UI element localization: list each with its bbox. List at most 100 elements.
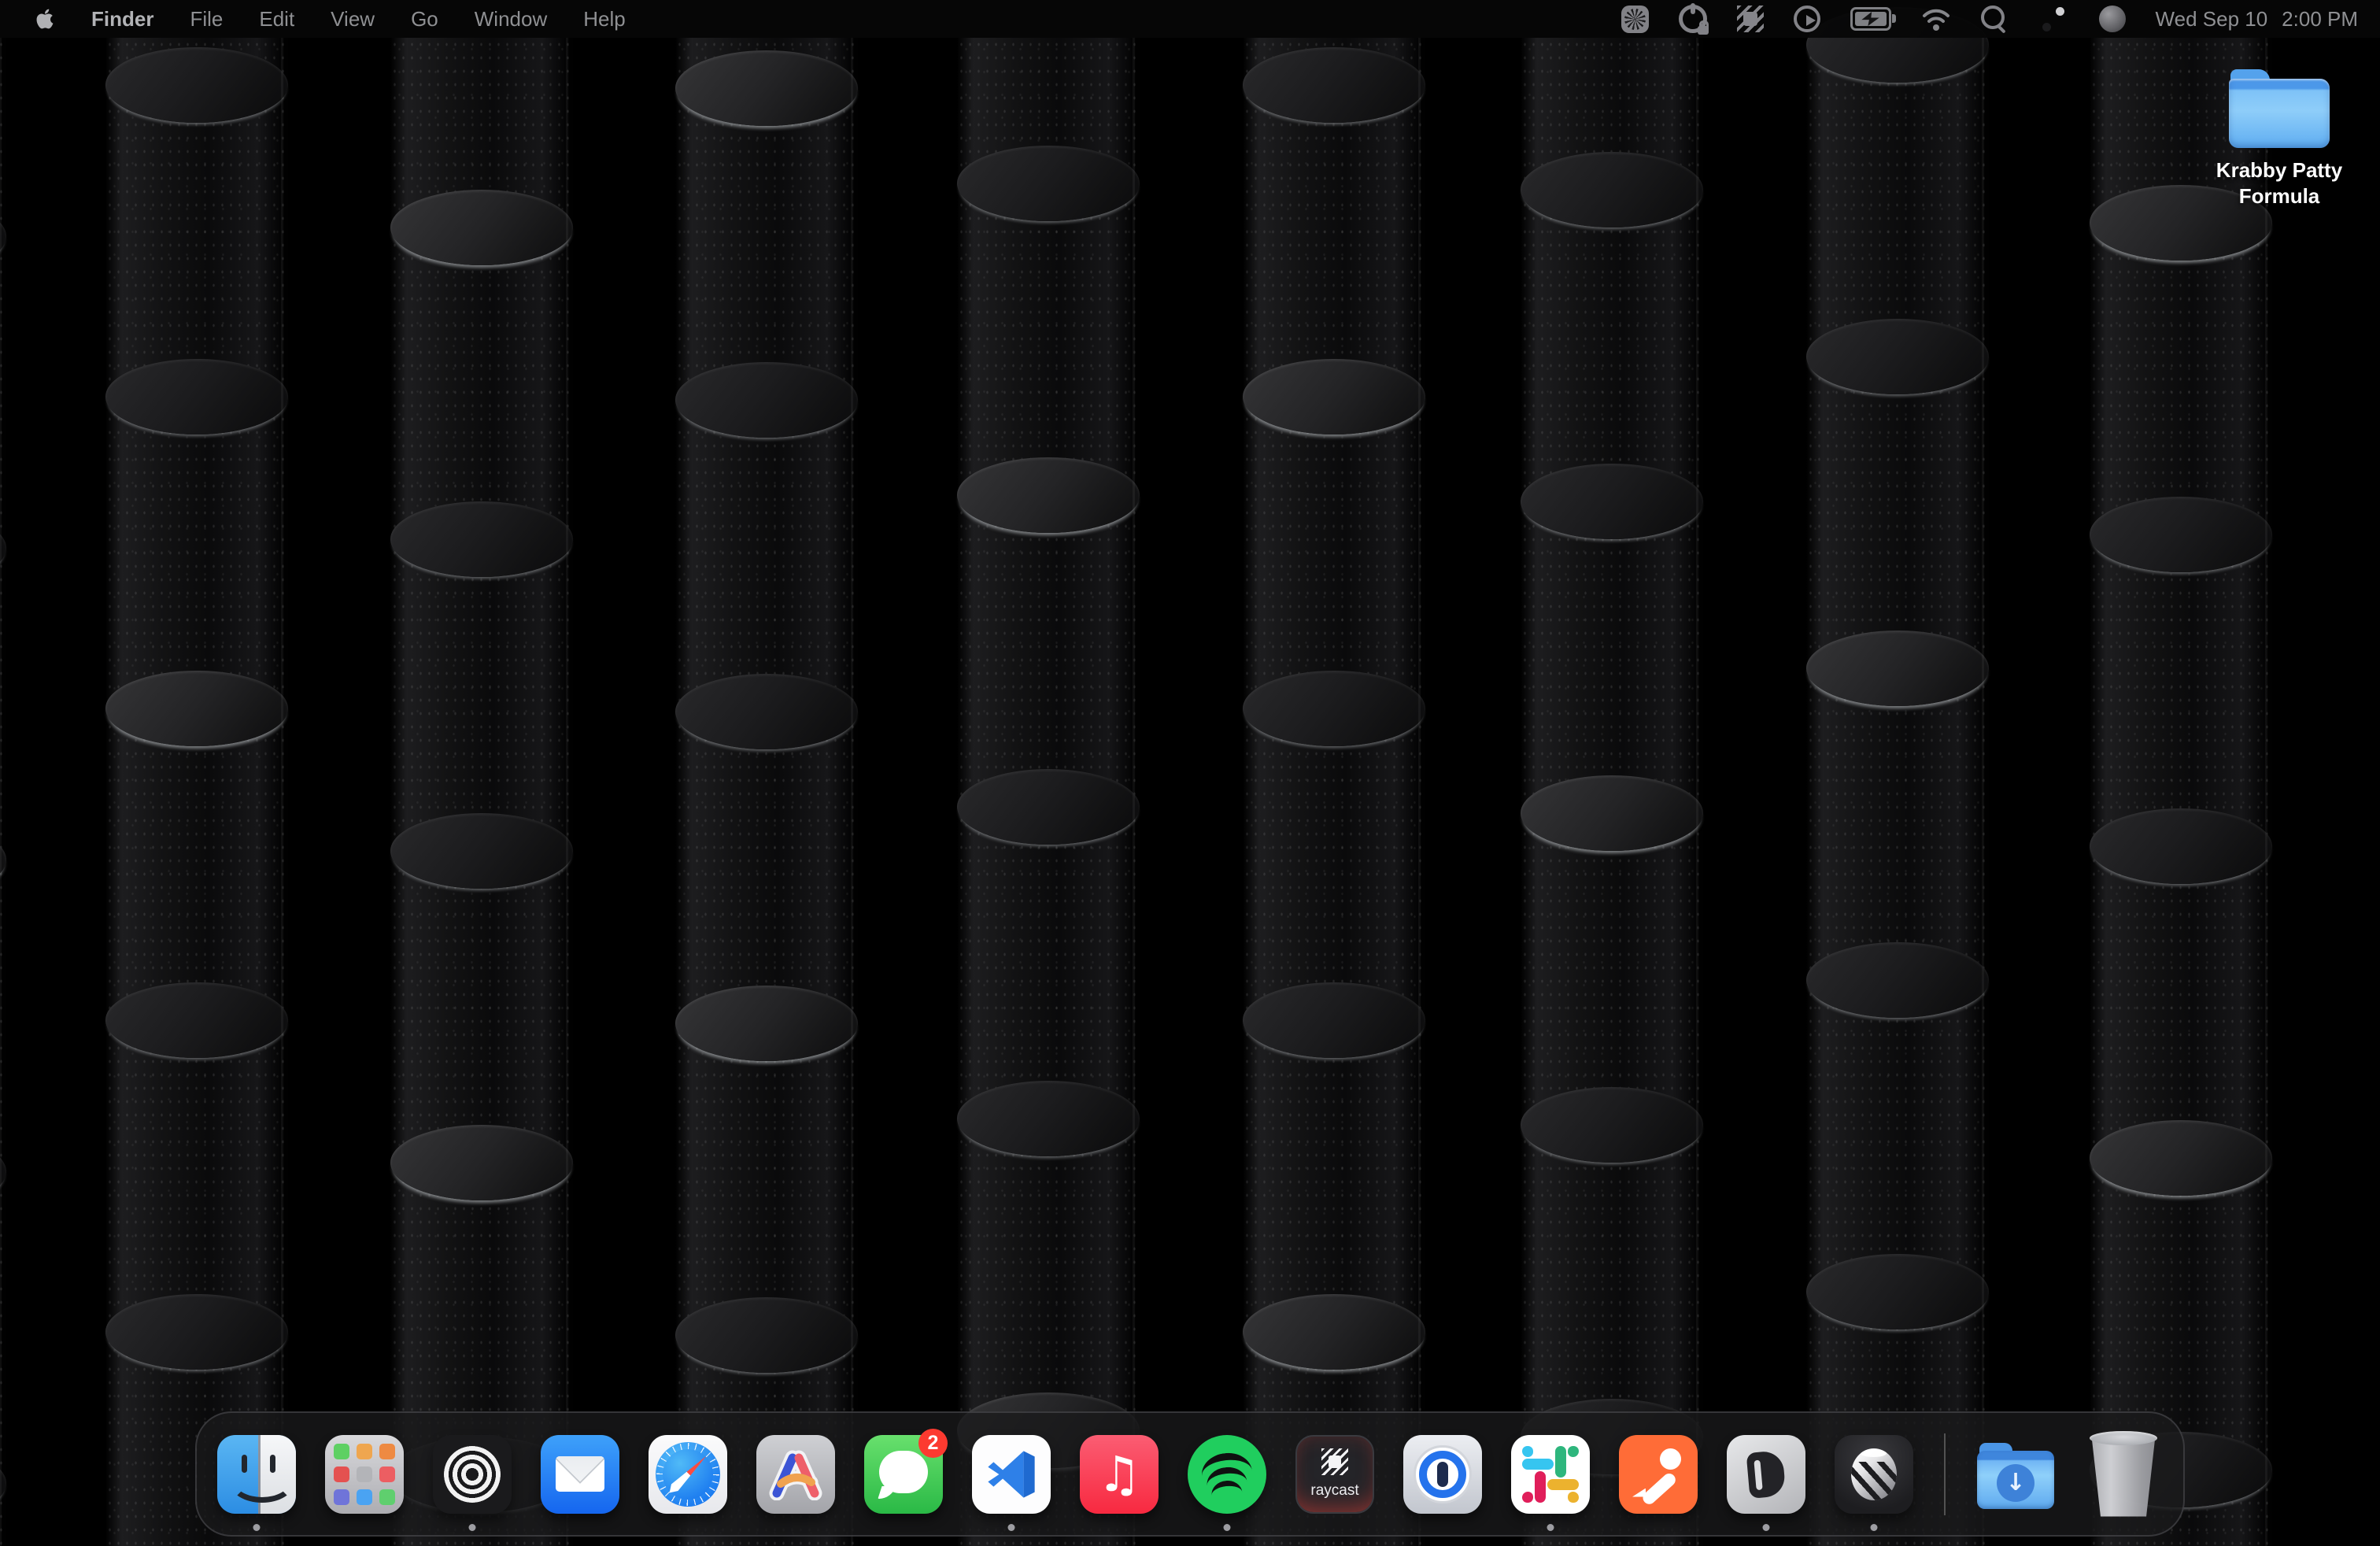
raycast-logo-icon [1321, 1448, 1348, 1475]
cylinder-joint [675, 50, 858, 126]
cylinder-joint [957, 146, 1140, 221]
menu-edit[interactable]: Edit [259, 7, 294, 31]
running-indicator [1547, 1524, 1554, 1531]
menu-bar-left: Finder File Edit View Go Window Help [0, 7, 626, 31]
power-lock-icon[interactable] [1679, 5, 1707, 33]
cylinder-joint [1243, 359, 1425, 435]
cylinder-joint [1806, 942, 1989, 1018]
desktop-wallpaper [0, 0, 2380, 1546]
dock-slack[interactable] [1511, 1413, 1590, 1535]
cylinder-joint [675, 986, 858, 1061]
cylinder-joint [390, 813, 573, 889]
spotlight-search-icon[interactable] [1981, 6, 2008, 32]
menu-view[interactable]: View [331, 7, 375, 31]
menu-file[interactable]: File [190, 7, 223, 31]
apple-music-icon: ♫ [1080, 1435, 1159, 1514]
menu-help[interactable]: Help [583, 7, 625, 31]
wallpaper-column [105, 38, 288, 1546]
dock-linear[interactable] [1835, 1413, 1913, 1535]
cylinder-joint [2090, 497, 2272, 572]
menu-bar: Finder File Edit View Go Window Help Wed… [0, 0, 2380, 38]
cylinder-joint [0, 510, 6, 586]
dock-raycast[interactable]: raycast [1295, 1413, 1374, 1535]
menu-bar-clock[interactable]: Wed Sep 10 2:00 PM [2156, 7, 2358, 31]
cylinder-joint [1521, 464, 1703, 539]
dia-browser-icon [1727, 1435, 1805, 1514]
folder-icon [2229, 69, 2330, 148]
desktop-folder-krabby-patty-formula[interactable]: Krabby Patty Formula [2177, 69, 2380, 209]
dock-downloads-folder[interactable]: ↓ [1976, 1413, 2055, 1535]
cylinder-joint [1521, 152, 1703, 227]
apple-menu[interactable] [35, 7, 55, 31]
down-arrow-glyph: ↓ [2005, 1469, 2025, 1496]
starburst-app-icon[interactable] [1621, 6, 1649, 33]
arc-browser-icon [756, 1435, 835, 1514]
cylinder-joint [1243, 671, 1425, 746]
wallpaper-column [675, 38, 858, 1546]
cylinder-joint [1521, 1087, 1703, 1163]
siri-globe-icon[interactable] [2099, 6, 2126, 32]
safari-icon [649, 1435, 727, 1514]
concentric-rings-icon [433, 1435, 512, 1514]
spotify-icon [1188, 1435, 1266, 1514]
dock-vscode[interactable] [972, 1413, 1051, 1535]
cylinder-joint [675, 1297, 858, 1373]
running-indicator [1871, 1524, 1878, 1531]
dock-arc-browser[interactable] [756, 1413, 835, 1535]
1password-icon [1403, 1435, 1482, 1514]
cylinder-joint [390, 1125, 573, 1200]
cylinder-joint [1243, 47, 1425, 123]
menu-go[interactable]: Go [411, 7, 438, 31]
cylinder-joint [0, 1134, 6, 1209]
dock-1password[interactable] [1403, 1413, 1482, 1535]
apple-logo-icon [35, 7, 55, 31]
running-indicator [253, 1524, 261, 1531]
running-indicator [469, 1524, 476, 1531]
dock-trash[interactable] [2084, 1413, 2163, 1535]
cylinder-joint [1243, 982, 1425, 1058]
dock-dia-browser[interactable] [1727, 1413, 1805, 1535]
dock-safari[interactable] [649, 1413, 727, 1535]
cylinder-joint [0, 198, 6, 274]
wallpaper-column [0, 38, 6, 1546]
wallpaper-column [390, 38, 573, 1546]
dock-finder[interactable] [217, 1413, 296, 1535]
raycast-menu-icon[interactable] [1737, 6, 1764, 32]
cylinder-joint [2090, 1120, 2272, 1196]
cylinder-joint [957, 457, 1140, 533]
vscode-icon [972, 1435, 1051, 1514]
keyhole-icon [1437, 1462, 1448, 1487]
control-center-icon[interactable] [2038, 4, 2069, 34]
wallpaper-column [1243, 38, 1425, 1546]
folder-label: Krabby Patty Formula [2177, 157, 2380, 209]
cylinder-joint [105, 982, 288, 1058]
now-playing-icon[interactable] [1794, 6, 1820, 32]
wifi-icon[interactable] [1921, 6, 1951, 31]
dock-spotify[interactable] [1188, 1413, 1266, 1535]
downloads-folder-icon: ↓ [1976, 1435, 2055, 1514]
mail-icon [541, 1435, 619, 1514]
dock-apple-music[interactable]: ♫ [1080, 1413, 1159, 1535]
dock-postman[interactable] [1619, 1413, 1698, 1535]
music-note-glyph: ♫ [1097, 1445, 1141, 1503]
cylinder-joint [957, 769, 1140, 845]
active-app-name[interactable]: Finder [91, 7, 153, 31]
postman-icon [1619, 1435, 1698, 1514]
menu-bar-status-area: Wed Sep 10 2:00 PM [1621, 4, 2380, 34]
dock-mail[interactable] [541, 1413, 619, 1535]
wallpaper-column [1806, 38, 1989, 1546]
menu-window[interactable]: Window [475, 7, 547, 31]
download-emblem-icon: ↓ [1997, 1464, 2034, 1502]
cylinder-joint [105, 1294, 288, 1370]
dock: 2 ♫ raycast [195, 1411, 2185, 1537]
trash-icon [2087, 1435, 2160, 1514]
dock-concentric-rings-app[interactable] [433, 1413, 512, 1535]
dock-launchpad[interactable] [325, 1413, 404, 1535]
battery-charging-icon[interactable] [1850, 7, 1891, 31]
speech-bubble-icon [879, 1451, 928, 1493]
dock-messages[interactable]: 2 [864, 1413, 943, 1535]
cylinder-joint [2090, 808, 2272, 884]
linear-icon [1835, 1435, 1913, 1514]
wallpaper-column [2090, 38, 2272, 1546]
date-text: Wed Sep 10 [2156, 7, 2268, 31]
